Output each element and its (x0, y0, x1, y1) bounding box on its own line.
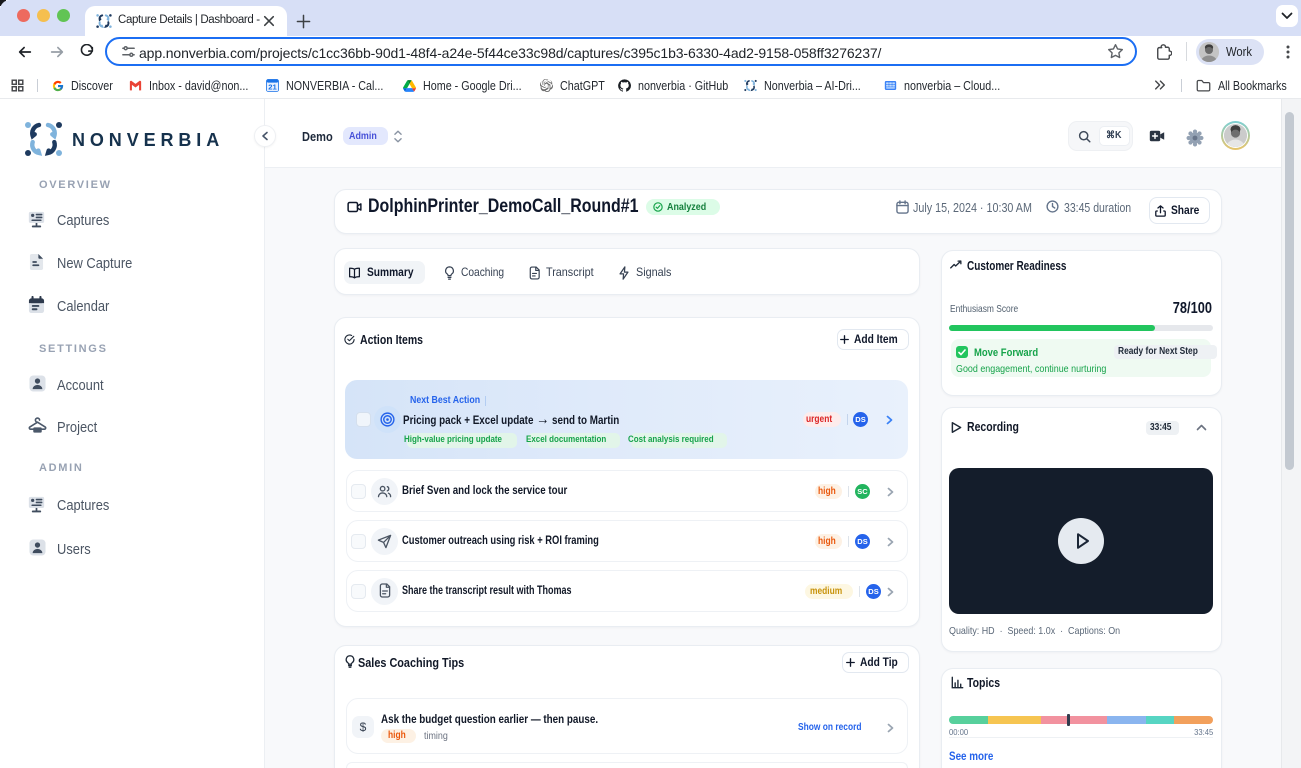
svg-text:21: 21 (268, 83, 277, 92)
